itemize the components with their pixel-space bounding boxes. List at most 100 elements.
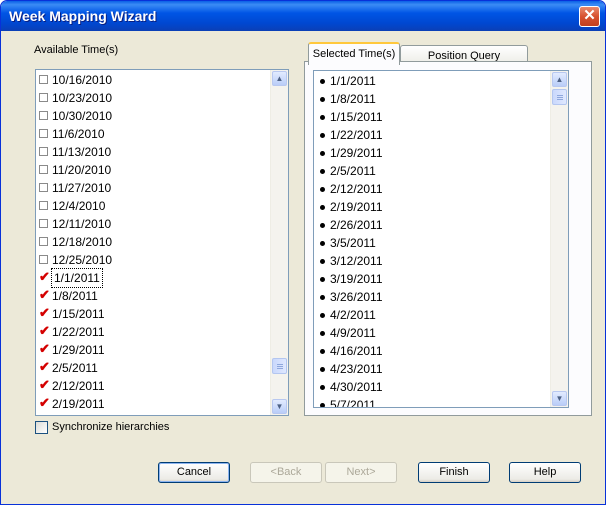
bullet-icon xyxy=(320,403,325,407)
bullet-icon xyxy=(320,97,325,102)
scroll-down-button[interactable]: ▼ xyxy=(552,391,567,406)
back-button[interactable]: <Back xyxy=(250,462,322,483)
available-time-label: 1/15/2011 xyxy=(52,307,105,321)
bullet-icon xyxy=(320,349,325,354)
arrow-up-icon: ▲ xyxy=(555,75,564,84)
checkbox[interactable] xyxy=(39,75,48,84)
check-icon[interactable]: ✔ xyxy=(39,269,50,284)
checkbox[interactable] xyxy=(39,255,48,264)
window-title: Week Mapping Wizard xyxy=(9,8,157,24)
selected-time-label: 2/26/2011 xyxy=(330,218,383,232)
scroll-thumb[interactable] xyxy=(272,358,287,374)
available-time-label: 11/20/2010 xyxy=(52,163,112,177)
check-icon[interactable]: ✔ xyxy=(39,341,50,356)
finish-button[interactable]: Finish xyxy=(418,462,490,483)
checkbox[interactable] xyxy=(39,147,48,156)
arrow-down-icon: ▼ xyxy=(275,402,284,411)
bullet-icon xyxy=(320,151,325,156)
arrow-down-icon: ▼ xyxy=(555,394,564,403)
selected-time-label: 4/23/2011 xyxy=(330,362,383,376)
bullet-icon xyxy=(320,133,325,138)
scroll-up-button[interactable]: ▲ xyxy=(272,71,287,86)
check-icon[interactable]: ✔ xyxy=(39,377,50,392)
close-icon: ✕ xyxy=(583,7,596,24)
available-time-label: 1/1/2011 xyxy=(51,268,103,288)
bullet-icon xyxy=(320,313,325,318)
available-time-label: 10/16/2010 xyxy=(52,73,113,87)
available-time-label: 12/25/2010 xyxy=(52,253,113,267)
available-times-list[interactable]: 10/16/2010 10/23/2010 10/30/2010 11/6/2010 1… xyxy=(35,69,289,416)
available-time-label: 2/19/2011 xyxy=(52,397,105,411)
checkbox[interactable] xyxy=(39,165,48,174)
available-time-label: 11/27/2010 xyxy=(52,181,112,195)
selected-time-label: 3/5/2011 xyxy=(330,236,376,250)
checkbox[interactable] xyxy=(39,237,48,246)
tab-selected-times[interactable]: Selected Time(s) xyxy=(308,42,400,65)
selected-time-label: 5/7/2011 xyxy=(330,398,376,408)
selected-time-label: 2/12/2011 xyxy=(330,182,383,196)
bullet-icon xyxy=(320,241,325,246)
help-button[interactable]: Help xyxy=(509,462,581,483)
check-icon[interactable]: ✔ xyxy=(39,323,50,338)
bullet-icon xyxy=(320,259,325,264)
wizard-body: Available Time(s) 10/16/2010 10/23/2010 10… xyxy=(4,31,602,502)
selected-time-label: 1/1/2011 xyxy=(330,74,376,88)
bullet-icon xyxy=(320,115,325,120)
wizard-window: Week Mapping Wizard ✕ Available Time(s) … xyxy=(0,0,606,505)
selected-time-label: 3/26/2011 xyxy=(330,290,383,304)
available-time-label: 12/4/2010 xyxy=(52,199,106,213)
scroll-down-button[interactable]: ▼ xyxy=(272,399,287,414)
available-time-label: 10/23/2010 xyxy=(52,91,113,105)
checkbox[interactable] xyxy=(39,201,48,210)
arrow-up-icon: ▲ xyxy=(275,74,284,83)
selected-time-label: 2/19/2011 xyxy=(330,200,383,214)
available-time-label: 2/12/2011 xyxy=(52,379,105,393)
selected-time-label: 1/22/2011 xyxy=(330,128,383,142)
check-icon[interactable]: ✔ xyxy=(39,359,50,374)
selected-scrollbar[interactable]: ▲ ▼ xyxy=(550,71,568,407)
selected-time-label: 1/29/2011 xyxy=(330,146,383,160)
cancel-button[interactable]: Cancel xyxy=(158,462,230,483)
available-time-label: 11/13/2010 xyxy=(52,145,112,159)
available-time-label: 11/6/2010 xyxy=(52,127,105,141)
scroll-up-button[interactable]: ▲ xyxy=(552,72,567,87)
selected-time-label: 1/15/2011 xyxy=(330,110,383,124)
close-button[interactable]: ✕ xyxy=(579,6,600,27)
bullet-icon xyxy=(320,295,325,300)
available-time-label: 12/11/2010 xyxy=(52,217,112,231)
synchronize-hierarchies-checkbox[interactable] xyxy=(35,421,48,434)
selected-time-label: 2/5/2011 xyxy=(330,164,376,178)
synchronize-hierarchies-label: Synchronize hierarchies xyxy=(52,421,170,433)
next-button[interactable]: Next> xyxy=(325,462,397,483)
available-time-label: 2/5/2011 xyxy=(52,361,98,375)
check-icon[interactable]: ✔ xyxy=(39,287,50,302)
selected-time-label: 3/12/2011 xyxy=(330,254,383,268)
bullet-icon xyxy=(320,367,325,372)
available-time-label: 1/29/2011 xyxy=(52,343,105,357)
scroll-thumb[interactable] xyxy=(552,89,567,105)
tab-panel: 1/1/2011 1/8/2011 1/15/2011 1/22/2011 1/29/2… xyxy=(304,61,592,416)
available-time-label: 12/18/2010 xyxy=(52,235,113,249)
checkbox[interactable] xyxy=(39,111,48,120)
available-time-label: 1/8/2011 xyxy=(52,289,98,303)
checkbox[interactable] xyxy=(39,129,48,138)
title-bar[interactable]: Week Mapping Wizard ✕ xyxy=(1,1,605,31)
available-scrollbar[interactable]: ▲ ▼ xyxy=(270,70,288,415)
check-icon[interactable]: ✔ xyxy=(39,305,50,320)
bullet-icon xyxy=(320,205,325,210)
bullet-icon xyxy=(320,223,325,228)
check-icon[interactable]: ✔ xyxy=(39,395,50,410)
checkbox[interactable] xyxy=(39,219,48,228)
bullet-icon xyxy=(320,385,325,390)
selected-time-label: 4/30/2011 xyxy=(330,380,383,394)
selected-time-label: 4/2/2011 xyxy=(330,308,376,322)
selected-time-label: 3/19/2011 xyxy=(330,272,383,286)
selected-time-label: 4/9/2011 xyxy=(330,326,376,340)
checkbox[interactable] xyxy=(39,183,48,192)
selected-time-label: 1/8/2011 xyxy=(330,92,376,106)
available-times-label: Available Time(s) xyxy=(34,44,119,56)
available-time-label: 10/30/2010 xyxy=(52,109,113,123)
selected-times-list[interactable]: 1/1/2011 1/8/2011 1/15/2011 1/22/2011 1/29/2… xyxy=(313,70,569,408)
checkbox[interactable] xyxy=(39,93,48,102)
bullet-icon xyxy=(320,79,325,84)
